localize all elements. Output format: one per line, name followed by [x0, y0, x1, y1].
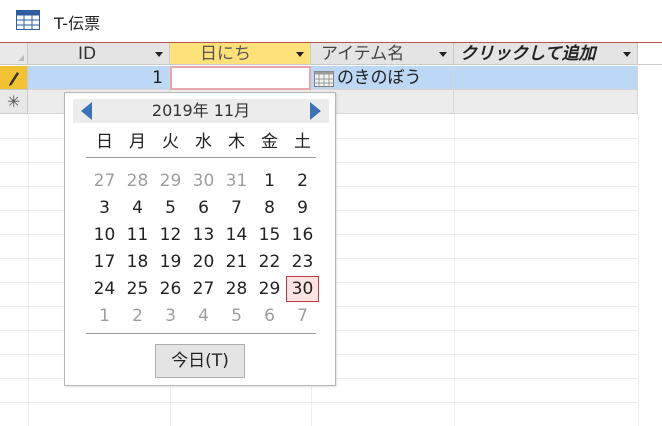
day-cell[interactable]: 23	[286, 249, 319, 275]
day-cell[interactable]: 4	[121, 195, 154, 221]
table-icon	[16, 10, 40, 34]
day-cell[interactable]: 12	[154, 222, 187, 248]
dropdown-arrow-icon[interactable]	[296, 52, 304, 57]
divider	[86, 333, 316, 334]
column-header-label: アイテム名	[321, 44, 405, 64]
day-cell-today[interactable]: 30	[286, 276, 319, 302]
column-header-date[interactable]: 日にち	[170, 43, 311, 65]
day-cell[interactable]: 5	[154, 195, 187, 221]
title-bar: T-伝票	[0, 0, 662, 43]
column-header-item-name[interactable]: アイテム名	[311, 43, 454, 65]
day-cell[interactable]: 15	[253, 222, 286, 248]
pencil-edit-icon	[7, 70, 21, 90]
grid-line	[0, 402, 638, 403]
column-header-id[interactable]: ID	[28, 43, 170, 65]
dropdown-arrow-icon[interactable]	[155, 52, 163, 57]
day-cell[interactable]: 2	[121, 303, 154, 329]
day-cell[interactable]: 3	[88, 195, 121, 221]
select-all-corner[interactable]	[0, 43, 28, 65]
cell-click-to-add[interactable]	[454, 66, 638, 90]
column-header-row: ID 日にち アイテム名 クリックして追加	[0, 43, 662, 66]
day-cell[interactable]: 21	[220, 249, 253, 275]
day-cell[interactable]: 22	[253, 249, 286, 275]
day-cell[interactable]: 17	[88, 249, 121, 275]
day-cell[interactable]: 28	[220, 276, 253, 302]
day-cell[interactable]: 28	[121, 168, 154, 194]
weekday-label: 金	[261, 132, 278, 152]
day-cell[interactable]: 27	[187, 276, 220, 302]
day-cell[interactable]: 11	[121, 222, 154, 248]
day-cell[interactable]: 7	[220, 195, 253, 221]
weekday-label: 木	[228, 132, 245, 152]
cell-id[interactable]: 1	[28, 66, 170, 90]
day-cell[interactable]: 20	[187, 249, 220, 275]
day-cell[interactable]: 13	[187, 222, 220, 248]
today-button[interactable]: 今日(T)	[155, 344, 245, 378]
divider	[86, 157, 316, 158]
day-cell[interactable]: 7	[286, 303, 319, 329]
day-cell[interactable]: 6	[187, 195, 220, 221]
date-picker-popup: 2019年 11月 日 月 火 水 木 金 土 27 28 29 30 31 1…	[64, 92, 336, 386]
month-year-label[interactable]: 2019年 11月	[73, 99, 329, 123]
day-cell[interactable]: 30	[187, 168, 220, 194]
day-cell[interactable]: 3	[154, 303, 187, 329]
cell-date-input[interactable]	[170, 66, 311, 90]
day-cell[interactable]: 27	[88, 168, 121, 194]
column-header-click-to-add[interactable]: クリックして追加	[454, 43, 638, 65]
dropdown-arrow-icon[interactable]	[439, 52, 447, 57]
record-selector[interactable]: ✳	[0, 90, 28, 114]
day-cell[interactable]: 8	[253, 195, 286, 221]
day-cell[interactable]: 31	[220, 168, 253, 194]
cell-item-name[interactable]: のきのぼう	[311, 66, 454, 90]
day-cell[interactable]: 1	[88, 303, 121, 329]
day-cell[interactable]: 2	[286, 168, 319, 194]
column-header-label: 日にち	[200, 44, 251, 64]
day-cell[interactable]: 14	[220, 222, 253, 248]
record-selector[interactable]	[0, 66, 28, 90]
day-cell[interactable]: 6	[253, 303, 286, 329]
day-cell[interactable]: 5	[220, 303, 253, 329]
weekday-label: 水	[195, 132, 212, 152]
grid-line	[638, 114, 639, 426]
new-record-asterisk-icon: ✳	[7, 92, 21, 111]
day-cell[interactable]: 19	[154, 249, 187, 275]
day-cell[interactable]: 24	[88, 276, 121, 302]
grid-line	[454, 114, 455, 426]
header-filler	[638, 43, 662, 65]
day-cell[interactable]: 26	[154, 276, 187, 302]
item-name-text: のきのぼう	[337, 68, 422, 88]
table-row[interactable]: 1 のきのぼう	[0, 66, 638, 90]
column-header-label: クリックして追加	[460, 44, 596, 64]
weekday-label: 火	[162, 132, 179, 152]
dropdown-arrow-icon[interactable]	[623, 52, 631, 57]
day-cell[interactable]: 29	[154, 168, 187, 194]
day-cell[interactable]: 4	[187, 303, 220, 329]
table-title: T-伝票	[54, 14, 101, 33]
weekday-label: 月	[129, 132, 146, 152]
date-picker-header: 2019年 11月	[73, 99, 329, 123]
day-cell[interactable]: 25	[121, 276, 154, 302]
cell-click-to-add[interactable]	[454, 90, 638, 114]
day-cell[interactable]: 10	[88, 222, 121, 248]
weekday-label: 日	[96, 132, 113, 152]
day-cell[interactable]: 29	[253, 276, 286, 302]
day-cell[interactable]: 9	[286, 195, 319, 221]
day-cell[interactable]: 18	[121, 249, 154, 275]
next-month-arrow-icon[interactable]	[309, 102, 323, 120]
weekday-label: 土	[294, 132, 311, 152]
day-cell[interactable]: 16	[286, 222, 319, 248]
day-cell[interactable]: 1	[253, 168, 286, 194]
grid-line	[28, 114, 29, 426]
column-header-label: ID	[78, 44, 97, 64]
